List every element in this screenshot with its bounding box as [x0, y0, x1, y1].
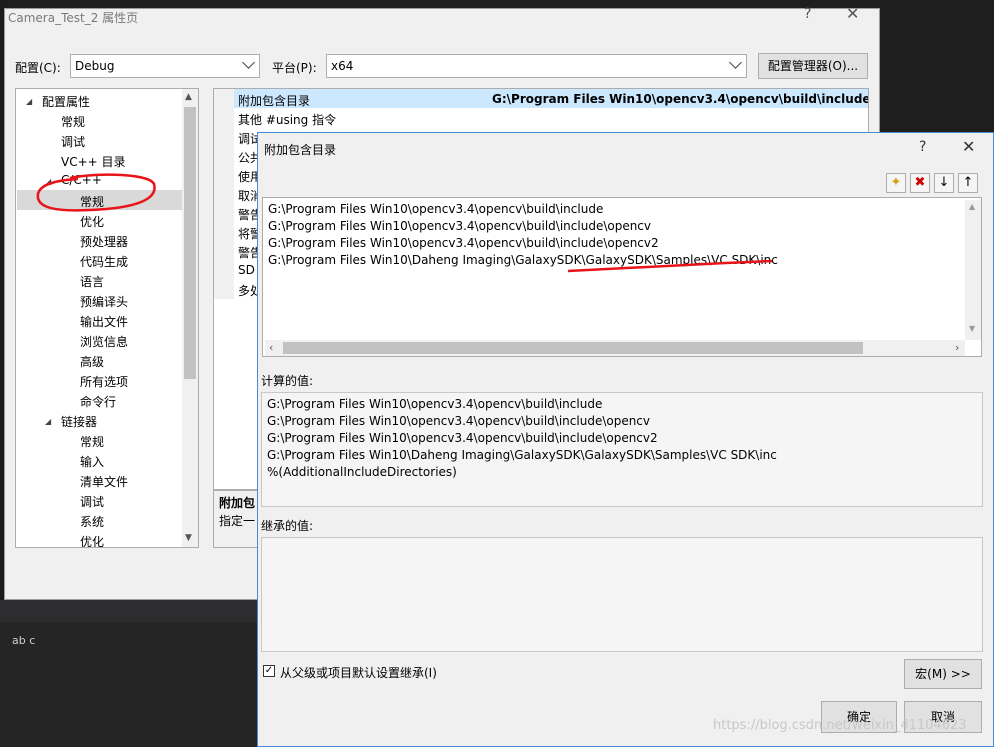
config-select[interactable]: Debug — [70, 54, 260, 78]
grid-row-value[interactable]: G:\Program Files Win10\opencv3.4\opencv\… — [492, 92, 868, 106]
description-text: 指定一 — [219, 514, 256, 528]
inherit-checkbox[interactable]: ✓ — [263, 665, 275, 677]
config-label: 配置(C): — [15, 61, 61, 75]
list-vscroll[interactable]: ▲ ▼ — [965, 200, 981, 340]
computed-line: G:\Program Files Win10\opencv3.4\opencv\… — [267, 414, 651, 428]
tree-item[interactable]: 预编译头 — [80, 293, 128, 310]
scroll-thumb[interactable] — [184, 107, 196, 379]
tree-item-linker[interactable]: 链接器 — [61, 413, 97, 430]
computed-line: G:\Program Files Win10\Daheng Imaging\Ga… — [267, 448, 777, 462]
close-icon[interactable]: ✕ — [846, 4, 859, 23]
tree-item[interactable]: 预处理器 — [80, 233, 128, 250]
dialog-title: 附加包含目录 — [264, 143, 337, 157]
computed-values-box: G:\Program Files Win10\opencv3.4\opencv\… — [261, 392, 983, 507]
list-item[interactable]: G:\Program Files Win10\opencv3.4\opencv\… — [268, 202, 603, 216]
tree-item[interactable]: 代码生成 — [80, 253, 128, 270]
chevron-down-icon — [242, 56, 255, 69]
collapse-icon[interactable]: ◢ — [26, 97, 32, 106]
tree-item[interactable]: 常规 — [61, 113, 85, 130]
collapse-icon[interactable]: ◢ — [45, 417, 51, 426]
config-manager-button[interactable]: 配置管理器(O)... — [758, 53, 868, 79]
tree-item[interactable]: 优化 — [80, 533, 104, 547]
list-item[interactable]: G:\Program Files Win10\opencv3.4\opencv\… — [268, 219, 651, 233]
tree-item[interactable]: 调试 — [61, 133, 85, 150]
grid-row-name[interactable]: 其他 #using 指令 — [238, 111, 488, 128]
tree-item[interactable]: VC++ 目录 — [61, 153, 126, 170]
help-button[interactable]: ? — [804, 6, 811, 22]
inherited-values-box — [261, 537, 983, 652]
scroll-up-icon[interactable]: ▲ — [969, 202, 975, 211]
inherit-checkbox-label[interactable]: 从父级或项目默认设置继承(I) — [280, 664, 437, 681]
tree-item[interactable]: 输出文件 — [80, 313, 128, 330]
tree-item[interactable]: 命令行 — [80, 393, 116, 410]
macro-button[interactable]: 宏(M) >> — [904, 659, 982, 689]
scroll-down-icon[interactable]: ▼ — [969, 324, 975, 333]
grid-gutter — [214, 89, 234, 299]
tree-item[interactable]: 清单文件 — [80, 473, 128, 490]
platform-label: 平台(P): — [272, 61, 317, 75]
delete-icon[interactable]: ✖ — [910, 173, 930, 193]
tree-item[interactable]: 调试 — [80, 493, 104, 510]
platform-value: x64 — [331, 59, 354, 73]
computed-line: G:\Program Files Win10\opencv3.4\opencv\… — [267, 431, 658, 445]
tree-item[interactable]: 浏览信息 — [80, 333, 128, 350]
platform-select[interactable]: x64 — [326, 54, 747, 78]
ide-output-panel — [0, 600, 260, 747]
tree-item[interactable]: 系统 — [80, 513, 104, 530]
list-item[interactable]: G:\Program Files Win10\opencv3.4\opencv\… — [268, 236, 659, 250]
move-up-icon[interactable]: ↑ — [958, 173, 978, 193]
scroll-down-icon[interactable]: ▼ — [185, 533, 192, 543]
scroll-left-icon[interactable]: ‹ — [269, 341, 273, 354]
computed-label: 计算的值: — [261, 374, 314, 388]
new-line-icon[interactable]: ✦ — [886, 173, 906, 193]
tree-root[interactable]: 配置属性 — [42, 93, 90, 110]
config-value: Debug — [75, 59, 115, 73]
window-title: Camera_Test_2 属性页 — [8, 11, 139, 25]
red-annotation-circle — [36, 173, 156, 212]
inherited-label: 继承的值: — [261, 519, 314, 533]
tree-item[interactable]: 高级 — [80, 353, 104, 370]
move-down-icon[interactable]: ↓ — [934, 173, 954, 193]
dialog-close-icon[interactable]: ✕ — [962, 137, 975, 156]
tree-item[interactable]: 输入 — [80, 453, 104, 470]
property-tree: ◢ 配置属性 常规 调试 VC++ 目录 ◢ C/C++ 常规 优化 预处理器 … — [15, 88, 199, 548]
watermark: https://blog.csdn.net/weixin_41104623 — [713, 718, 967, 733]
tree-item[interactable]: 语言 — [80, 273, 104, 290]
ide-text-icon: ab c — [12, 634, 36, 647]
tree-item[interactable]: 所有选项 — [80, 373, 128, 390]
hscroll-thumb[interactable] — [283, 342, 863, 354]
scroll-right-icon[interactable]: › — [955, 341, 959, 354]
description-title: 附加包 — [219, 496, 256, 510]
dialog-help-button[interactable]: ? — [919, 139, 926, 155]
scroll-up-icon[interactable]: ▲ — [185, 92, 192, 102]
chevron-down-icon — [729, 56, 742, 69]
computed-line: G:\Program Files Win10\opencv3.4\opencv\… — [267, 397, 603, 411]
list-hscroll[interactable]: ‹ › — [265, 340, 965, 356]
red-annotation-underline — [567, 259, 773, 273]
computed-line: %(AdditionalIncludeDirectories) — [267, 465, 457, 479]
tree-scrollbar[interactable]: ▲ ▼ — [182, 89, 198, 547]
ide-panel-strip — [0, 600, 260, 622]
grid-row-name[interactable]: 附加包含目录 — [238, 92, 488, 109]
tree-item[interactable]: 常规 — [80, 433, 104, 450]
